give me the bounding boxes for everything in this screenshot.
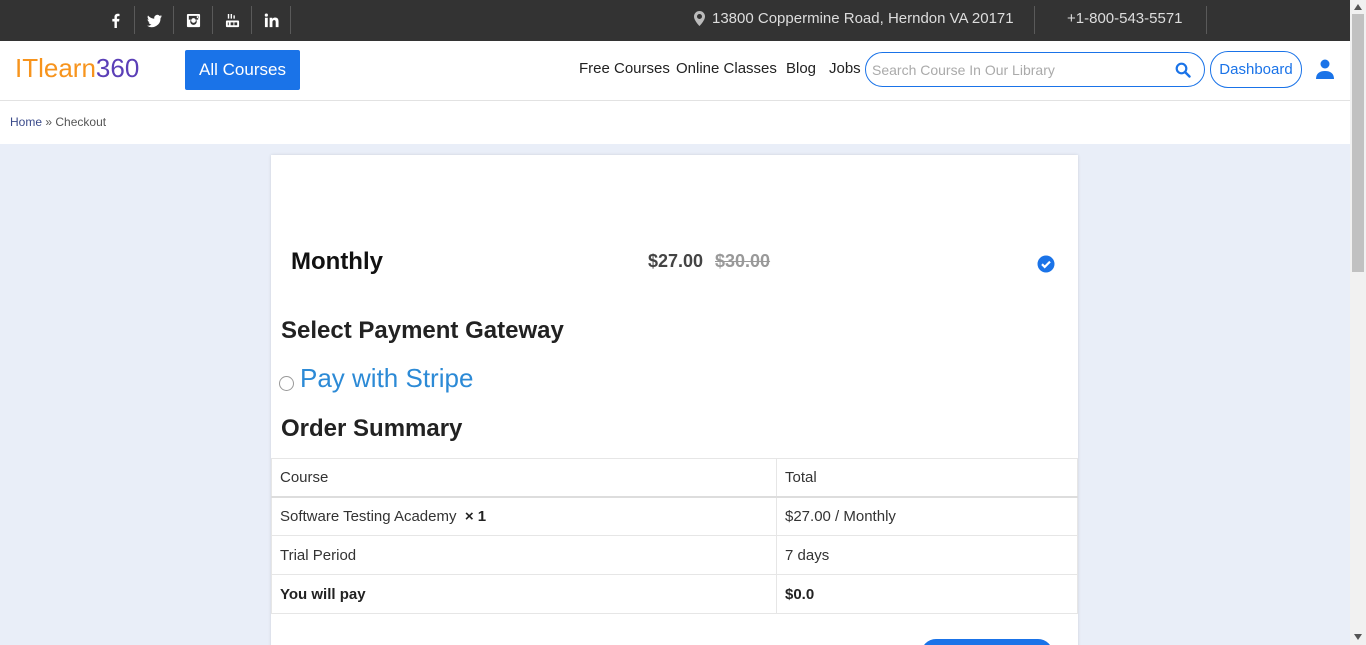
plan-price: $27.00 <box>648 251 704 271</box>
order-summary-title: Order Summary <box>281 415 463 442</box>
pay-label: You will pay <box>271 574 777 614</box>
payment-gateway-title: Select Payment Gateway <box>281 317 564 344</box>
order-summary-table: Course Total Software Testing Academy × … <box>271 458 1078 614</box>
trial-label: Trial Period <box>271 535 777 575</box>
nav-online-classes[interactable]: Online Classes <box>676 60 777 77</box>
stripe-radio[interactable] <box>279 376 294 391</box>
breadcrumb-home[interactable]: Home <box>10 115 42 129</box>
address: 13800 Coppermine Road, Herndon VA 20171 <box>694 10 1014 27</box>
breadcrumb-separator: » <box>45 115 53 129</box>
course-cell: Software Testing Academy × 1 <box>271 496 777 536</box>
breadcrumb-current: Checkout <box>55 115 107 129</box>
course-quantity: × 1 <box>464 507 487 525</box>
scroll-up-icon[interactable] <box>1353 3 1363 11</box>
plan-name: Monthly <box>291 248 383 275</box>
column-header-total: Total <box>776 458 1078 498</box>
table-header-row: Course Total <box>271 458 1078 498</box>
scrollbar-thumb[interactable] <box>1352 14 1364 272</box>
main-header: ITlearn360 All Courses Free Courses Onli… <box>0 41 1350 101</box>
nav-jobs[interactable]: Jobs <box>829 60 861 77</box>
column-header-course: Course <box>271 458 777 498</box>
course-name: Software Testing Academy <box>280 507 457 525</box>
twitter-icon[interactable] <box>135 6 174 34</box>
instagram-icon[interactable] <box>174 6 213 34</box>
trial-value: 7 days <box>776 535 1078 575</box>
table-row: You will pay $0.0 <box>271 574 1078 614</box>
search-icon[interactable] <box>1175 62 1191 78</box>
search-input[interactable] <box>872 59 1162 81</box>
user-icon[interactable] <box>1316 59 1334 79</box>
check-circle-icon[interactable] <box>1037 255 1055 273</box>
all-courses-button[interactable]: All Courses <box>185 50 300 90</box>
table-row: Trial Period 7 days <box>271 535 1078 575</box>
linkedin-icon[interactable] <box>252 6 291 34</box>
nav-free-courses[interactable]: Free Courses <box>579 60 670 77</box>
scroll-down-icon[interactable] <box>1353 633 1363 641</box>
youtube-icon[interactable] <box>213 6 252 34</box>
map-pin-icon <box>694 11 705 26</box>
divider <box>1206 6 1207 34</box>
address-text: 13800 Coppermine Road, Herndon VA 20171 <box>712 10 1014 27</box>
facebook-icon[interactable] <box>96 6 135 34</box>
top-bar: 13800 Coppermine Road, Herndon VA 20171 … <box>0 0 1350 41</box>
phone-number[interactable]: +1-800-543-5571 <box>1067 10 1183 27</box>
pay-with-stripe-label[interactable]: Pay with Stripe <box>300 363 473 394</box>
search-box <box>865 52 1205 87</box>
course-total: $27.00 / Monthly <box>776 496 1078 536</box>
social-links <box>96 6 291 34</box>
logo[interactable]: ITlearn360 <box>15 53 139 84</box>
divider <box>1034 6 1035 34</box>
dashboard-button[interactable]: Dashboard <box>1210 51 1302 88</box>
checkout-card: Monthly $27.00 $30.00 Select Payment Gat… <box>271 155 1078 645</box>
plan-old-price: $30.00 <box>715 251 771 271</box>
table-row: Software Testing Academy × 1 $27.00 / Mo… <box>271 496 1078 536</box>
place-order-button[interactable] <box>921 639 1053 645</box>
nav-blog[interactable]: Blog <box>786 60 816 77</box>
breadcrumb: Home » Checkout <box>0 101 1350 144</box>
pay-value: $0.0 <box>776 574 1078 614</box>
